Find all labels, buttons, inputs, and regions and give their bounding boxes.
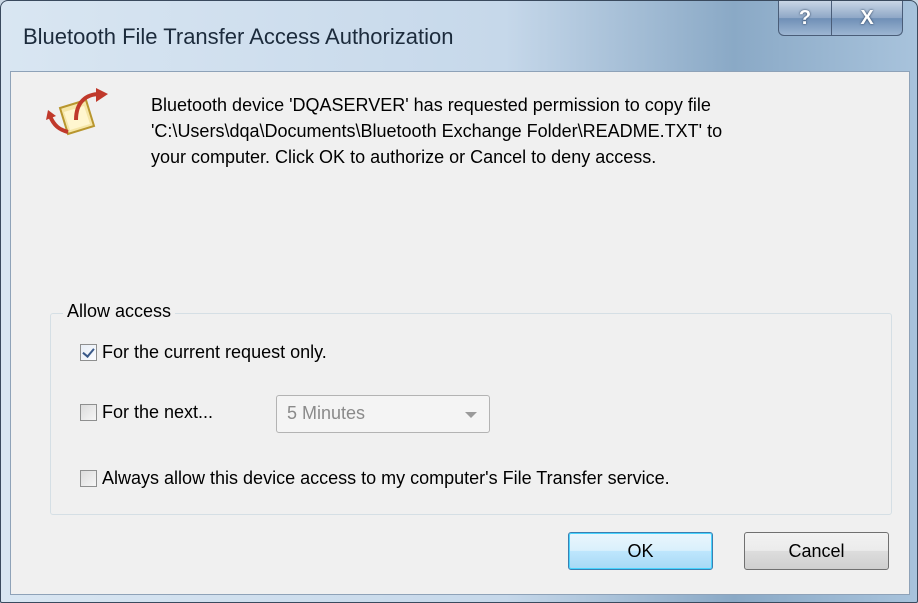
window-title: Bluetooth File Transfer Access Authoriza… xyxy=(23,24,454,49)
always-allow-checkbox[interactable] xyxy=(80,470,97,487)
allow-access-label: Allow access xyxy=(63,301,176,322)
chevron-down-icon xyxy=(465,412,477,418)
permission-message: Bluetooth device 'DQASERVER' has request… xyxy=(151,95,723,167)
current-request-checkbox[interactable] xyxy=(80,344,97,361)
option-always-allow[interactable]: Always allow this device access to my co… xyxy=(80,468,670,489)
ok-button[interactable]: OK xyxy=(568,532,713,570)
for-next-label: For the next... xyxy=(102,402,214,422)
duration-value: 5 Minutes xyxy=(287,403,366,423)
for-next-checkbox[interactable] xyxy=(80,404,97,421)
close-icon: X xyxy=(860,6,874,29)
dialog-window: Bluetooth File Transfer Access Authoriza… xyxy=(0,0,918,603)
option-current-request[interactable]: For the current request only. xyxy=(80,342,327,363)
title-bar[interactable]: Bluetooth File Transfer Access Authoriza… xyxy=(1,1,917,71)
help-button[interactable]: ? xyxy=(778,1,832,36)
current-request-label: For the current request only. xyxy=(102,342,327,362)
help-icon: ? xyxy=(798,6,812,29)
cancel-button[interactable]: Cancel xyxy=(744,532,889,570)
always-allow-label: Always allow this device access to my co… xyxy=(102,468,670,488)
close-button[interactable]: X xyxy=(831,1,903,36)
dialog-body: Bluetooth device 'DQASERVER' has request… xyxy=(10,71,910,595)
duration-dropdown[interactable]: 5 Minutes xyxy=(276,395,490,433)
file-transfer-arrow-icon xyxy=(46,88,108,136)
option-for-next[interactable]: For the next... xyxy=(80,402,213,423)
